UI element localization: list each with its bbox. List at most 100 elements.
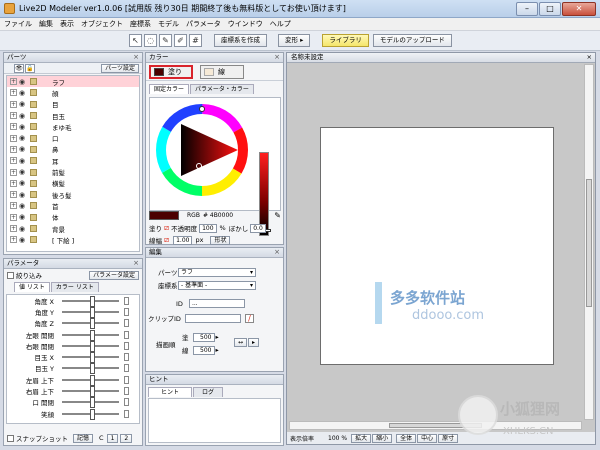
param-key-box[interactable] [124,398,129,407]
menu-model[interactable]: モデル [158,19,179,29]
eye-icon[interactable]: ◉ [19,213,28,221]
parts-settings-button[interactable]: パーツ設定 [101,63,139,73]
expand-icon[interactable]: + [10,123,17,131]
opacity-input[interactable]: 100 [199,223,217,233]
eye-icon[interactable]: ◉ [19,123,28,131]
parts-list-item[interactable]: + ◉ 首 [7,200,139,211]
param-key-box[interactable] [124,364,129,373]
expand-icon[interactable]: + [10,134,17,142]
parts-list-item[interactable]: + ◉[ 下絵 ] [7,234,139,245]
filter-checkbox[interactable] [7,271,14,279]
parts-list-item[interactable]: + ◉ 体 [7,212,139,223]
param-slider[interactable] [62,408,119,420]
eye-icon[interactable]: ◉ [19,145,28,153]
eye-icon[interactable]: ◉ [19,78,28,86]
expand-icon[interactable]: + [10,179,17,187]
eye-icon[interactable]: ◉ [19,89,28,97]
eye-icon[interactable]: ◉ [19,191,28,199]
clear-clip-icon[interactable]: / [244,313,254,323]
eye-icon[interactable]: ◉ [19,134,28,142]
snapshot-checkbox[interactable] [7,434,14,442]
no-fill-icon[interactable]: ⧄ [164,223,169,233]
eye-icon[interactable]: ◉ [19,225,28,233]
rgb-value[interactable]: # 4B0000 [203,212,233,219]
param-slider[interactable] [62,397,119,409]
minimize-button[interactable]: – [516,1,538,16]
expand-icon[interactable]: + [10,213,17,221]
param-key-box[interactable] [124,307,129,316]
color-picker[interactable] [149,97,281,236]
transform-button[interactable]: 変形 ▸ [278,34,311,47]
blur-input[interactable]: 0.0 [250,223,266,233]
parts-list-item[interactable]: + ◉ 前髪 [7,166,139,177]
tab-color-list[interactable]: カラー リスト [50,281,99,292]
upload-model-button[interactable]: モデルのアップロード [372,34,452,47]
expand-icon[interactable]: + [10,112,17,120]
expand-icon[interactable]: + [10,157,17,165]
close-button[interactable]: ✕ [562,1,596,16]
eyedropper-icon[interactable]: ✎ [274,211,281,220]
document-close-icon[interactable]: × [587,53,592,62]
page-1-button[interactable]: 1 [106,433,119,443]
eye-icon[interactable]: ◉ [19,157,28,165]
param-slider[interactable] [62,386,119,398]
zoom-in-button[interactable]: 拡大 [351,433,372,443]
parts-list-item[interactable]: + ◉ 目 [7,99,139,110]
parts-list-item[interactable]: + ◉ 顔 [7,87,139,98]
document-tab[interactable]: 名称未設定 × [287,53,595,63]
param-key-box[interactable] [124,353,129,362]
arrow-cursor-icon[interactable]: ↖ [129,34,142,47]
param-slider[interactable] [62,340,119,352]
expand-icon[interactable]: + [10,236,17,244]
menu-view[interactable]: 表示 [60,19,74,29]
vertical-scroll-thumb[interactable] [586,179,592,307]
eye-toggle-icon[interactable]: 👁 [14,63,24,73]
param-key-box[interactable] [124,341,129,350]
spinner-icon[interactable]: ▸ [216,346,219,354]
param-slider[interactable] [62,329,119,341]
clip-id-field[interactable] [184,313,241,323]
pen-icon[interactable]: ✎ [159,34,172,47]
tab-hint[interactable]: ヒント [148,386,192,397]
line-order-input[interactable]: 500 [192,345,215,355]
parts-list-item[interactable]: + ◉ 横髪 [7,178,139,189]
menu-coordinate[interactable]: 座標系 [130,19,151,29]
param-slider[interactable] [62,352,119,364]
create-coordinate-button[interactable]: 座標系を作成 [214,34,267,47]
param-slider[interactable] [62,318,119,330]
link-order-button[interactable]: ↔ [234,338,248,347]
eye-icon[interactable]: ◉ [19,112,28,120]
eye-icon[interactable]: ◉ [19,202,28,210]
tab-log[interactable]: ログ [193,386,223,397]
brush-icon[interactable]: ✐ [174,34,187,47]
panel-close-icon[interactable]: × [274,53,280,62]
parts-list-item[interactable]: + ◉ ラフ [7,76,139,88]
no-line-icon[interactable]: ⧄ [164,235,169,245]
tab-fixed-color[interactable]: 固定カラー [149,84,190,94]
param-slider[interactable] [62,295,119,307]
page-2-button[interactable]: 2 [120,433,133,443]
artboard[interactable] [320,127,554,365]
shape-button[interactable]: 形状 [210,235,231,245]
menu-parameter[interactable]: パラメータ [186,19,221,29]
fit-all-button[interactable]: 全体 [396,433,417,443]
panel-close-icon[interactable]: × [133,53,139,62]
zoom-out-button[interactable]: 縮小 [372,433,393,443]
record-button[interactable]: 記憶 [73,433,94,443]
center-button[interactable]: 中心 [417,433,438,443]
expand-icon[interactable]: + [10,89,17,97]
expand-icon[interactable]: + [10,145,17,153]
coordinate-dropdown[interactable]: - 基準面 - ▾ [178,280,256,290]
expand-icon[interactable]: + [10,168,17,176]
expand-icon[interactable]: + [10,202,17,210]
panel-close-icon[interactable]: × [133,259,139,268]
menu-window[interactable]: ウインドウ [228,19,263,29]
eye-icon[interactable]: ◉ [19,100,28,108]
maximize-button[interactable]: □ [539,1,561,16]
parts-list-item[interactable]: + ◉ まゆ毛 [7,121,139,132]
menu-help[interactable]: ヘルプ [270,19,291,29]
fill-swatch-button[interactable]: 塗り [149,64,193,79]
spinner-icon[interactable]: ▸ [216,333,219,341]
parts-list-item[interactable]: + ◉ 口 [7,132,139,143]
param-key-box[interactable] [124,375,129,384]
